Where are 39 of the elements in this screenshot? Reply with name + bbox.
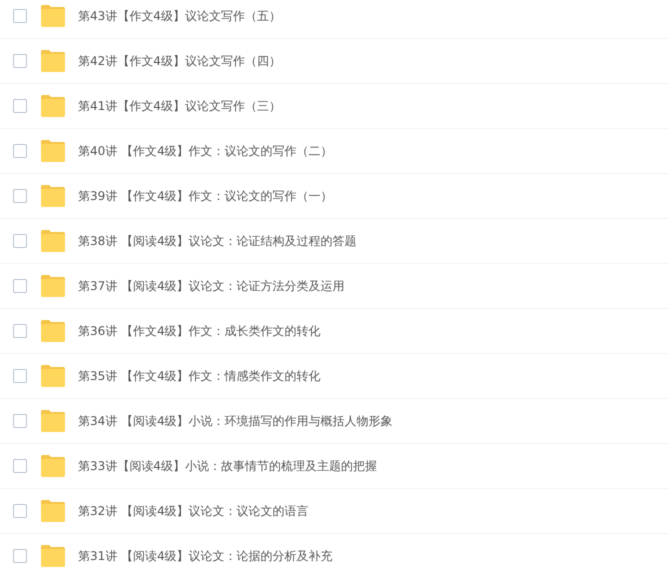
file-name[interactable]: 第42讲【作文4级】议论文写作（四） <box>78 52 281 70</box>
folder-icon <box>40 185 66 207</box>
file-name[interactable]: 第40讲 【作文4级】作文：议论文的写作（二） <box>78 142 333 160</box>
folder-icon <box>40 365 66 387</box>
file-name[interactable]: 第33讲【阅读4级】小说：故事情节的梳理及主题的把握 <box>78 458 377 474</box>
checkbox[interactable] <box>13 504 27 518</box>
folder-icon <box>40 320 66 342</box>
folder-icon <box>40 5 66 27</box>
checkbox[interactable] <box>13 369 27 383</box>
folder-icon <box>40 500 66 522</box>
file-name[interactable]: 第36讲 【作文4级】作文：成长类作文的转化 <box>78 322 321 340</box>
checkbox[interactable] <box>13 324 27 338</box>
file-name[interactable]: 第31讲 【阅读4级】议论文：论据的分析及补充 <box>78 548 333 564</box>
checkbox[interactable] <box>13 459 27 473</box>
checkbox[interactable] <box>13 9 27 23</box>
file-name[interactable]: 第32讲 【阅读4级】议论文：议论文的语言 <box>78 502 309 520</box>
file-name[interactable]: 第41讲【作文4级】议论文写作（三） <box>78 98 281 114</box>
file-name[interactable]: 第34讲 【阅读4级】小说：环境描写的作用与概括人物形象 <box>78 412 393 430</box>
folder-icon <box>40 545 66 567</box>
folder-icon <box>40 410 66 432</box>
checkbox[interactable] <box>13 144 27 158</box>
checkbox[interactable] <box>13 234 27 248</box>
file-name[interactable]: 第35讲 【作文4级】作文：情感类作文的转化 <box>78 368 321 384</box>
file-name[interactable]: 第37讲 【阅读4级】议论文：论证方法分类及运用 <box>78 278 345 294</box>
checkbox[interactable] <box>13 99 27 113</box>
checkbox[interactable] <box>13 279 27 293</box>
folder-icon <box>40 95 66 117</box>
folder-icon <box>40 230 66 252</box>
folder-icon <box>40 50 66 72</box>
checkbox[interactable] <box>13 189 27 203</box>
checkbox[interactable] <box>13 549 27 563</box>
file-name[interactable]: 第38讲 【阅读4级】议论文：论证结构及过程的答题 <box>78 232 357 250</box>
folder-icon <box>40 140 66 162</box>
file-name[interactable]: 第43讲【作文4级】议论文写作（五） <box>78 8 281 24</box>
folder-icon <box>40 275 66 297</box>
checkbox[interactable] <box>13 414 27 428</box>
checkbox[interactable] <box>13 54 27 68</box>
file-name[interactable]: 第39讲 【作文4级】作文：议论文的写作（一） <box>78 188 333 204</box>
folder-icon <box>40 455 66 477</box>
